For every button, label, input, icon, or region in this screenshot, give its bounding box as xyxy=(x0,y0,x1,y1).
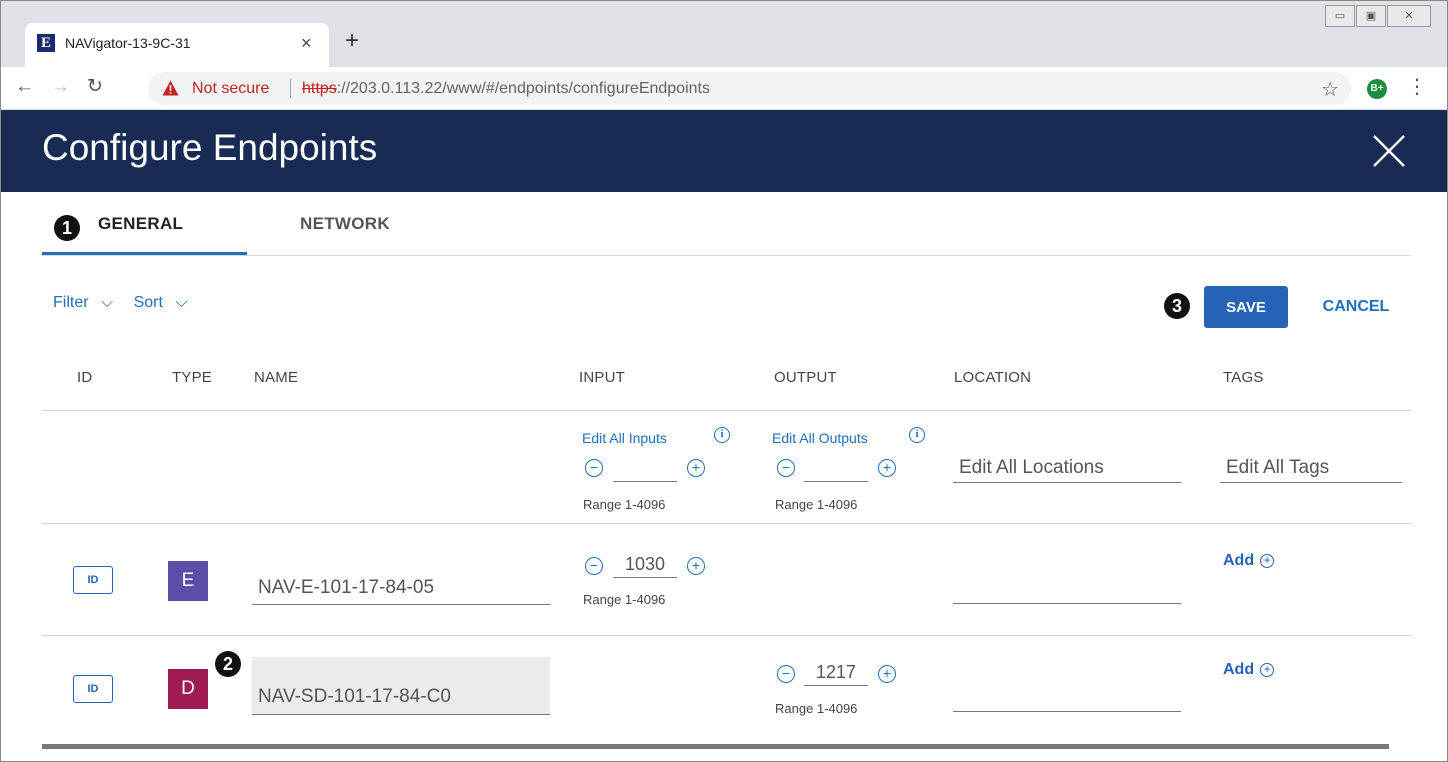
edit-all-outputs-field[interactable] xyxy=(804,456,868,482)
column-header-id[interactable]: ID xyxy=(77,369,92,386)
tab-title: NAVigator-13-9C-31 xyxy=(65,35,191,51)
tab-bar: 1 GENERAL NETWORK xyxy=(42,201,1411,256)
reload-icon[interactable]: ↻ xyxy=(87,75,103,99)
endpoints-table xyxy=(42,410,1411,749)
range-label: Range 1-4096 xyxy=(775,701,858,716)
forward-icon[interactable]: → xyxy=(51,75,70,99)
close-window-icon: ✕ xyxy=(1404,10,1414,22)
add-icon: + xyxy=(1260,663,1275,677)
name-field-disabled xyxy=(252,657,550,715)
increment-icon[interactable]: + xyxy=(878,459,896,477)
browser-toolbar: ← → ↻ Not secure https://203.0.113.22/ww… xyxy=(1,67,1447,110)
edit-all-outputs-label: Edit All Outputs xyxy=(772,430,868,446)
add-icon: + xyxy=(1260,554,1275,568)
tab-general[interactable]: GENERAL xyxy=(98,214,183,234)
row-divider xyxy=(42,635,1411,636)
location-field[interactable] xyxy=(953,574,1181,604)
add-tag-button[interactable]: Add + xyxy=(1223,552,1275,570)
filter-dropdown[interactable]: Filter ⌵ xyxy=(53,294,121,311)
close-window-button[interactable]: ✕ xyxy=(1387,5,1431,27)
maximize-button[interactable]: ▣ xyxy=(1356,5,1386,27)
bookmark-star-icon[interactable]: ☆ xyxy=(1321,77,1339,102)
range-label: Range 1-4096 xyxy=(583,592,666,607)
info-icon[interactable]: i xyxy=(714,427,730,443)
tab-network[interactable]: NETWORK xyxy=(300,214,390,234)
save-button[interactable]: SAVE xyxy=(1204,286,1288,328)
edit-all-tags-field[interactable] xyxy=(1220,453,1402,483)
filter-sort-bar: Filter ⌵ Sort ⌵ xyxy=(53,294,204,312)
callout-2: 2 xyxy=(215,651,241,677)
cancel-button[interactable]: CANCEL xyxy=(1316,286,1396,328)
minimize-icon: ▭ xyxy=(1334,10,1346,22)
horizontal-scrollbar[interactable] xyxy=(42,744,1389,749)
warning-icon xyxy=(162,80,179,96)
app-header: Configure Endpoints xyxy=(1,110,1447,192)
name-field[interactable] xyxy=(252,563,550,605)
address-bar[interactable]: Not secure https://203.0.113.22/www/#/en… xyxy=(148,72,1351,105)
add-label: Add xyxy=(1223,552,1255,569)
edit-all-inputs-field[interactable] xyxy=(613,456,677,482)
active-tab-indicator xyxy=(42,252,247,255)
extension-icon[interactable]: B+ xyxy=(1367,79,1387,99)
new-tab-icon[interactable]: + xyxy=(345,29,359,53)
column-header-name[interactable]: NAME xyxy=(254,369,298,386)
minimize-button[interactable]: ▭ xyxy=(1325,5,1355,27)
column-header-type[interactable]: TYPE xyxy=(172,369,212,386)
url-scheme: https xyxy=(302,80,337,97)
not-secure-label: Not secure xyxy=(192,80,270,97)
close-icon[interactable] xyxy=(1371,133,1407,169)
column-header-location[interactable]: LOCATION xyxy=(954,369,1031,386)
column-header-tags[interactable]: TAGS xyxy=(1223,369,1264,386)
increment-icon[interactable]: + xyxy=(878,665,896,683)
decrement-icon[interactable]: − xyxy=(777,459,795,477)
range-label: Range 1-4096 xyxy=(583,497,666,512)
input-field[interactable] xyxy=(613,552,677,578)
edit-all-inputs-label: Edit All Inputs xyxy=(582,430,667,446)
info-icon[interactable]: i xyxy=(909,427,925,443)
filter-label: Filter xyxy=(53,294,89,311)
type-badge: D xyxy=(168,669,208,709)
column-header-input[interactable]: INPUT xyxy=(579,369,625,386)
sort-label: Sort xyxy=(133,294,163,311)
favicon-icon: E xyxy=(37,34,55,52)
row-divider xyxy=(42,523,1411,524)
add-label: Add xyxy=(1223,661,1255,678)
increment-icon[interactable]: + xyxy=(687,557,705,575)
type-badge: E xyxy=(168,561,208,601)
back-icon[interactable]: ← xyxy=(15,75,34,99)
location-field[interactable] xyxy=(953,682,1181,712)
browser-tab[interactable]: E NAVigator-13-9C-31 × xyxy=(25,23,329,67)
maximize-icon: ▣ xyxy=(1365,10,1377,22)
decrement-icon[interactable]: − xyxy=(777,665,795,683)
browser-window: E NAVigator-13-9C-31 × + ▭ ▣ ✕ ← → ↻ Not… xyxy=(0,0,1448,762)
range-label: Range 1-4096 xyxy=(775,497,858,512)
chevron-down-icon: ⌵ xyxy=(101,294,114,311)
chevron-down-icon: ⌵ xyxy=(175,294,188,311)
output-field[interactable] xyxy=(804,660,868,686)
url-path: ://203.0.113.22/www/#/endpoints/configur… xyxy=(336,80,710,97)
url-text: https://203.0.113.22/www/#/endpoints/con… xyxy=(302,80,710,98)
id-button[interactable]: ID xyxy=(73,566,113,594)
edit-all-locations-field[interactable] xyxy=(953,453,1181,483)
add-tag-button[interactable]: Add + xyxy=(1223,661,1275,679)
page-title: Configure Endpoints xyxy=(42,127,378,168)
callout-1: 1 xyxy=(54,215,80,241)
id-button[interactable]: ID xyxy=(73,675,113,703)
sort-dropdown[interactable]: Sort ⌵ xyxy=(134,294,196,311)
close-tab-icon[interactable]: × xyxy=(301,33,312,53)
column-header-output[interactable]: OUTPUT xyxy=(774,369,837,386)
callout-3: 3 xyxy=(1164,293,1190,319)
address-separator xyxy=(290,79,291,98)
decrement-icon[interactable]: − xyxy=(585,557,603,575)
tab-strip: E NAVigator-13-9C-31 × + ▭ ▣ ✕ xyxy=(1,1,1447,67)
more-menu-icon[interactable]: ⋮ xyxy=(1407,75,1427,99)
increment-icon[interactable]: + xyxy=(687,459,705,477)
decrement-icon[interactable]: − xyxy=(585,459,603,477)
